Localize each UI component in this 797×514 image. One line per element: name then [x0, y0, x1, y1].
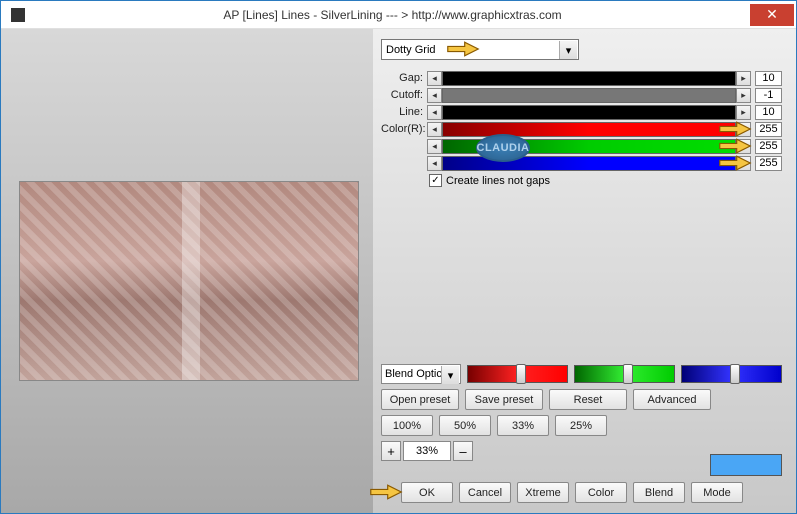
color-swatch[interactable] — [710, 454, 782, 476]
blend-dropdown-value: Blend Optic — [385, 368, 442, 380]
color-r-decrement[interactable]: ◂ — [427, 122, 442, 137]
preset-dropdown-value: Dotty Grid — [386, 44, 436, 56]
color-b-value[interactable]: 255 — [755, 156, 782, 171]
slider-thumb[interactable] — [516, 364, 526, 384]
open-preset-button[interactable]: Open preset — [381, 389, 459, 410]
blend-green-slider[interactable] — [574, 365, 675, 383]
slider-thumb[interactable] — [623, 364, 633, 384]
color-b-decrement[interactable]: ◂ — [427, 156, 442, 171]
cutoff-decrement[interactable]: ◂ — [427, 88, 442, 103]
color-r-value[interactable]: 255 — [755, 122, 782, 137]
zoom-25-button[interactable]: 25% — [555, 415, 607, 436]
cutoff-label: Cutoff: — [381, 89, 427, 101]
cutoff-slider[interactable] — [442, 88, 736, 103]
advanced-button[interactable]: Advanced — [633, 389, 711, 410]
xtreme-button[interactable]: Xtreme — [517, 482, 569, 503]
controls-pane: Dotty Grid ▾ Gap: ◂ ▸ 10 Cutoff: ◂ ▸ -1 — [373, 29, 796, 513]
zoom-value[interactable]: 33% — [403, 441, 451, 461]
color-r-slider[interactable] — [442, 122, 736, 137]
chevron-down-icon: ▾ — [441, 366, 459, 384]
mode-button[interactable]: Mode — [691, 482, 743, 503]
blend-blue-slider[interactable] — [681, 365, 782, 383]
blend-red-slider[interactable] — [467, 365, 568, 383]
window-body: Dotty Grid ▾ Gap: ◂ ▸ 10 Cutoff: ◂ ▸ -1 — [1, 29, 796, 513]
plugin-window: AP [Lines] Lines - SilverLining --- > ht… — [0, 0, 797, 514]
preview-canvas — [20, 182, 358, 380]
gap-slider[interactable] — [442, 71, 736, 86]
gap-slider-row: Gap: ◂ ▸ 10 — [381, 70, 782, 86]
chevron-down-icon: ▾ — [559, 41, 577, 59]
zoom-50-button[interactable]: 50% — [439, 415, 491, 436]
line-decrement[interactable]: ◂ — [427, 105, 442, 120]
window-title: AP [Lines] Lines - SilverLining --- > ht… — [35, 8, 750, 22]
pointer-hand-icon — [718, 152, 752, 174]
color-button[interactable]: Color — [575, 482, 627, 503]
preset-dropdown[interactable]: Dotty Grid ▾ — [381, 39, 579, 60]
gap-increment[interactable]: ▸ — [736, 71, 751, 86]
line-value[interactable]: 10 — [755, 105, 782, 120]
slider-thumb[interactable] — [730, 364, 740, 384]
zoom-33-button[interactable]: 33% — [497, 415, 549, 436]
system-icon — [11, 8, 25, 22]
cancel-button[interactable]: Cancel — [459, 482, 511, 503]
color-g-decrement[interactable]: ◂ — [427, 139, 442, 154]
preview-image[interactable] — [19, 181, 359, 381]
cutoff-slider-row: Cutoff: ◂ ▸ -1 — [381, 87, 782, 103]
gap-label: Gap: — [381, 72, 427, 84]
blend-dropdown[interactable]: Blend Optic ▾ — [381, 364, 461, 384]
pointer-hand-icon — [446, 38, 480, 60]
pointer-hand-icon — [369, 481, 403, 503]
create-lines-checkbox-row: ✓ Create lines not gaps — [429, 174, 782, 187]
create-lines-checkbox[interactable]: ✓ — [429, 174, 442, 187]
cutoff-value[interactable]: -1 — [755, 88, 782, 103]
color-g-slider[interactable] — [442, 139, 736, 154]
titlebar[interactable]: AP [Lines] Lines - SilverLining --- > ht… — [1, 1, 796, 29]
gap-decrement[interactable]: ◂ — [427, 71, 442, 86]
preview-pane — [1, 29, 373, 513]
color-r-label: Color(R): — [381, 123, 427, 135]
zoom-100-button[interactable]: 100% — [381, 415, 433, 436]
line-slider[interactable] — [442, 105, 736, 120]
gap-value[interactable]: 10 — [755, 71, 782, 86]
color-b-slider-row: ◂ ▸ 255 — [381, 155, 782, 171]
save-preset-button[interactable]: Save preset — [465, 389, 543, 410]
color-b-slider[interactable] — [442, 156, 736, 171]
color-g-value[interactable]: 255 — [755, 139, 782, 154]
zoom-out-button[interactable]: – — [453, 441, 473, 461]
ok-button[interactable]: OK — [401, 482, 453, 503]
close-button[interactable]: ✕ — [750, 4, 794, 26]
zoom-in-button[interactable]: + — [381, 441, 401, 461]
cutoff-increment[interactable]: ▸ — [736, 88, 751, 103]
blend-button[interactable]: Blend — [633, 482, 685, 503]
create-lines-label: Create lines not gaps — [446, 175, 550, 187]
reset-button[interactable]: Reset — [549, 389, 627, 410]
line-label: Line: — [381, 106, 427, 118]
action-row: OK Cancel Xtreme Color Blend Mode — [401, 482, 743, 503]
